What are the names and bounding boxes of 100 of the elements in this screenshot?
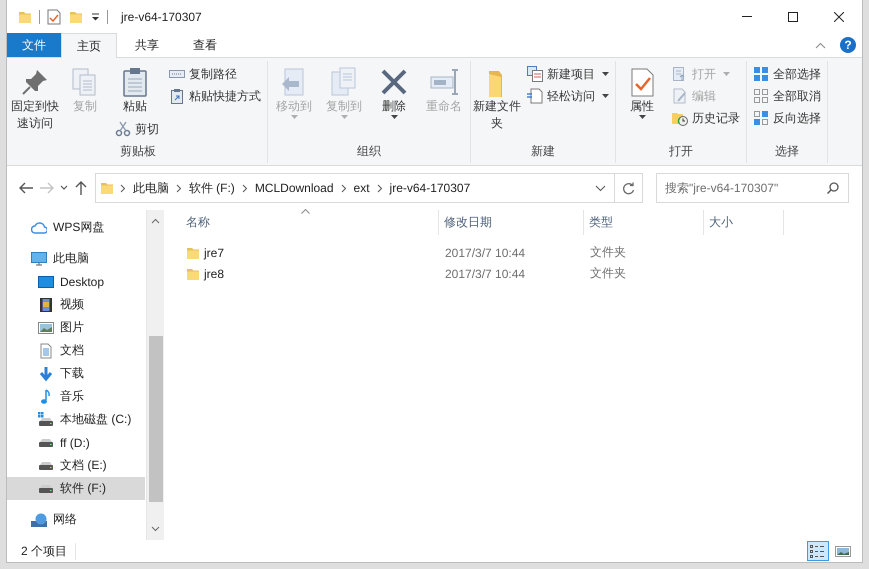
group-label: 组织	[356, 143, 382, 160]
caret-icon	[638, 115, 646, 119]
ribbon-button[interactable]: 剪切	[111, 118, 163, 140]
new-item-icon	[527, 66, 543, 82]
invert-selection-icon	[753, 110, 769, 126]
refresh-icon	[622, 182, 635, 194]
group-label: 新建	[530, 143, 556, 160]
rename-icon	[428, 66, 460, 98]
cloud-icon	[31, 220, 47, 236]
breadcrumb-item[interactable]: ext	[348, 181, 375, 195]
chevron-icon	[242, 184, 248, 192]
scrollbar-thumb[interactable]	[148, 336, 162, 502]
nav-item[interactable]: 下载	[7, 362, 145, 385]
forward-icon	[39, 180, 56, 196]
scrollbar[interactable]	[146, 210, 164, 540]
ribbon-button[interactable]: 粘贴快捷方式	[165, 85, 265, 107]
ribbon-button[interactable]: 粘贴	[111, 63, 159, 118]
collapse-ribbon-icon	[815, 42, 826, 48]
search-field[interactable]: 搜索"jre-v64-170307"	[656, 173, 849, 203]
group-label: 选择	[774, 143, 800, 160]
desktop-icon	[38, 274, 54, 290]
column-header[interactable]: 名称	[164, 210, 439, 235]
select-all-icon	[753, 66, 769, 82]
ribbon-button[interactable]: 新建项目	[523, 63, 613, 85]
dropdown-icon	[91, 12, 100, 20]
scroll-up-icon	[151, 218, 160, 224]
refresh-button[interactable]	[614, 173, 643, 203]
ribbon-button[interactable]: 新建文件夹	[473, 63, 521, 135]
column-header[interactable]: 大小	[704, 210, 784, 235]
ribbon-button[interactable]: 轻松访问	[523, 85, 613, 107]
group-label: 打开	[668, 143, 694, 160]
ribbon-button[interactable]: 固定到快速访问	[11, 63, 59, 135]
ribbon-button[interactable]: 删除	[370, 63, 418, 122]
nav-item[interactable]: 本地磁盘 (C:)	[7, 408, 145, 431]
file-name[interactable]: jre8	[204, 266, 224, 280]
ribbon-tab[interactable]: 共享	[119, 33, 175, 57]
file-menu-tab[interactable]: 文件	[7, 33, 61, 57]
caret-icon	[290, 115, 298, 119]
ribbon-button[interactable]: 全部取消	[749, 85, 825, 107]
monitor-icon	[31, 250, 47, 266]
nav-item[interactable]: 视频	[7, 293, 145, 316]
list-icon	[810, 544, 826, 558]
network-icon	[31, 512, 47, 528]
breadcrumb-item[interactable]: MCLDownload	[250, 181, 339, 195]
column-header[interactable]: 类型	[584, 210, 704, 235]
ribbon-tab[interactable]: 查看	[177, 33, 233, 57]
chevron-down-icon	[595, 184, 606, 192]
drive-icon	[38, 412, 54, 428]
sort-ascending-icon	[301, 209, 310, 214]
history-icon	[672, 110, 688, 126]
nav-item[interactable]: 音乐	[7, 385, 145, 408]
address-field[interactable]: 此电脑 软件 (F:) MCLDownload ext jre-v64-170307	[94, 173, 615, 203]
caret-icon	[602, 72, 609, 76]
chevron-icon	[340, 184, 347, 192]
download-icon	[38, 366, 54, 382]
caret-icon	[340, 115, 348, 119]
help-button[interactable]: ?	[840, 37, 856, 53]
nav-item[interactable]: WPS网盘	[7, 216, 145, 239]
nav-item[interactable]: 软件 (F:)	[7, 477, 145, 500]
easy-access-icon	[527, 88, 543, 104]
breadcrumb-item[interactable]: 此电脑	[128, 180, 174, 196]
ribbon-tab[interactable]: 主页	[61, 33, 117, 58]
ribbon-button[interactable]: 反向选择	[749, 107, 825, 129]
nav-item[interactable]: 文档 (E:)	[7, 454, 145, 477]
shortcut-icon	[169, 88, 185, 104]
close-icon	[834, 12, 844, 22]
file-name[interactable]: jre7	[204, 246, 224, 260]
group-label: 剪贴板	[119, 143, 157, 160]
chevron-icon	[176, 184, 182, 192]
back-icon	[18, 180, 34, 196]
nav-item[interactable]: Desktop	[7, 270, 145, 293]
ribbon-button[interactable]: 复制路径	[165, 63, 241, 85]
properties-icon	[47, 8, 61, 24]
ribbon-button[interactable]: 属性	[618, 63, 666, 122]
drive-icon	[38, 438, 54, 446]
scissors-icon	[115, 121, 131, 137]
details-view-button[interactable]	[807, 541, 829, 561]
nav-item[interactable]: 网络	[7, 508, 145, 531]
maximize-icon	[788, 12, 798, 22]
drive-icon	[38, 484, 54, 492]
column-header[interactable]: 修改日期	[439, 210, 584, 235]
breadcrumb-item[interactable]: 软件 (F:)	[184, 180, 240, 196]
document-icon	[38, 342, 54, 358]
nav-item[interactable]: 图片	[7, 316, 145, 339]
picture-icon	[835, 544, 851, 558]
select-none-icon	[753, 88, 769, 104]
modified-date: 2017/3/7 10:44	[444, 246, 526, 260]
nav-item[interactable]: ff (D:)	[7, 431, 145, 454]
item-count: 2 个项目	[21, 542, 76, 560]
ribbon-button[interactable]: 全部选择	[749, 63, 825, 85]
folder-icon	[100, 180, 114, 196]
breadcrumb-item[interactable]: jre-v64-170307	[384, 181, 476, 195]
caret-icon	[723, 72, 730, 76]
file-type: 文件夹	[589, 265, 627, 282]
search-icon	[827, 182, 839, 194]
edit-icon	[672, 88, 688, 104]
nav-item[interactable]: 此电脑	[7, 247, 145, 270]
ribbon-button[interactable]: 历史记录	[668, 107, 744, 129]
window-title: jre-v64-170307	[121, 10, 202, 24]
nav-item[interactable]: 文档	[7, 339, 145, 362]
